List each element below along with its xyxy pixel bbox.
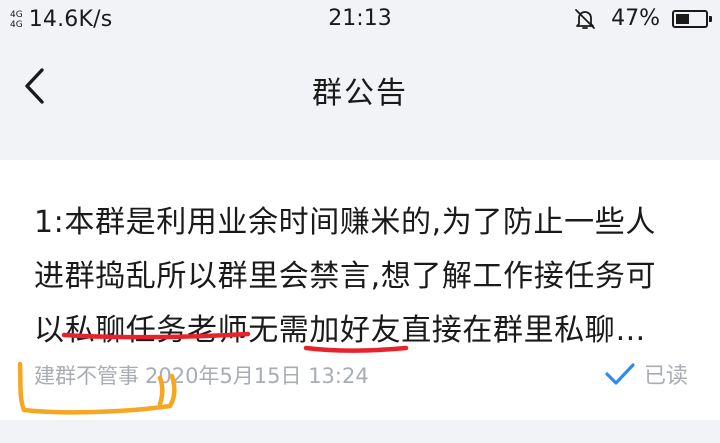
battery-icon [672, 9, 712, 28]
read-label: 已读 [643, 364, 688, 389]
notice-meta: 建群不管事 2020年5月15日 13:24 [34, 360, 369, 390]
notice-author: 建群不管事 [34, 364, 139, 388]
notice-datetime: 2020年5月15日 13:24 [145, 364, 369, 388]
battery-fill [676, 13, 690, 24]
notice-card[interactable]: 1:本群是利用业余时间赚米的,为了防止一些人进群捣乱所以群里会禁言,想了解工作接… [0, 160, 720, 420]
nav-bar: 群公告 [0, 40, 720, 136]
read-status: 已读 [604, 358, 688, 390]
battery-percent: 47% [611, 6, 660, 31]
status-bar: 4G 4G 14.6K/s 21:13 47% [0, 0, 720, 40]
silent-bell-icon [575, 8, 595, 29]
page-title: 群公告 [312, 76, 408, 111]
notice-content: 1:本群是利用业余时间赚米的,为了防止一些人进群捣乱所以群里会禁言,想了解工作接… [34, 205, 657, 348]
checkmark-icon [605, 363, 635, 385]
status-right: 47% [573, 6, 712, 31]
